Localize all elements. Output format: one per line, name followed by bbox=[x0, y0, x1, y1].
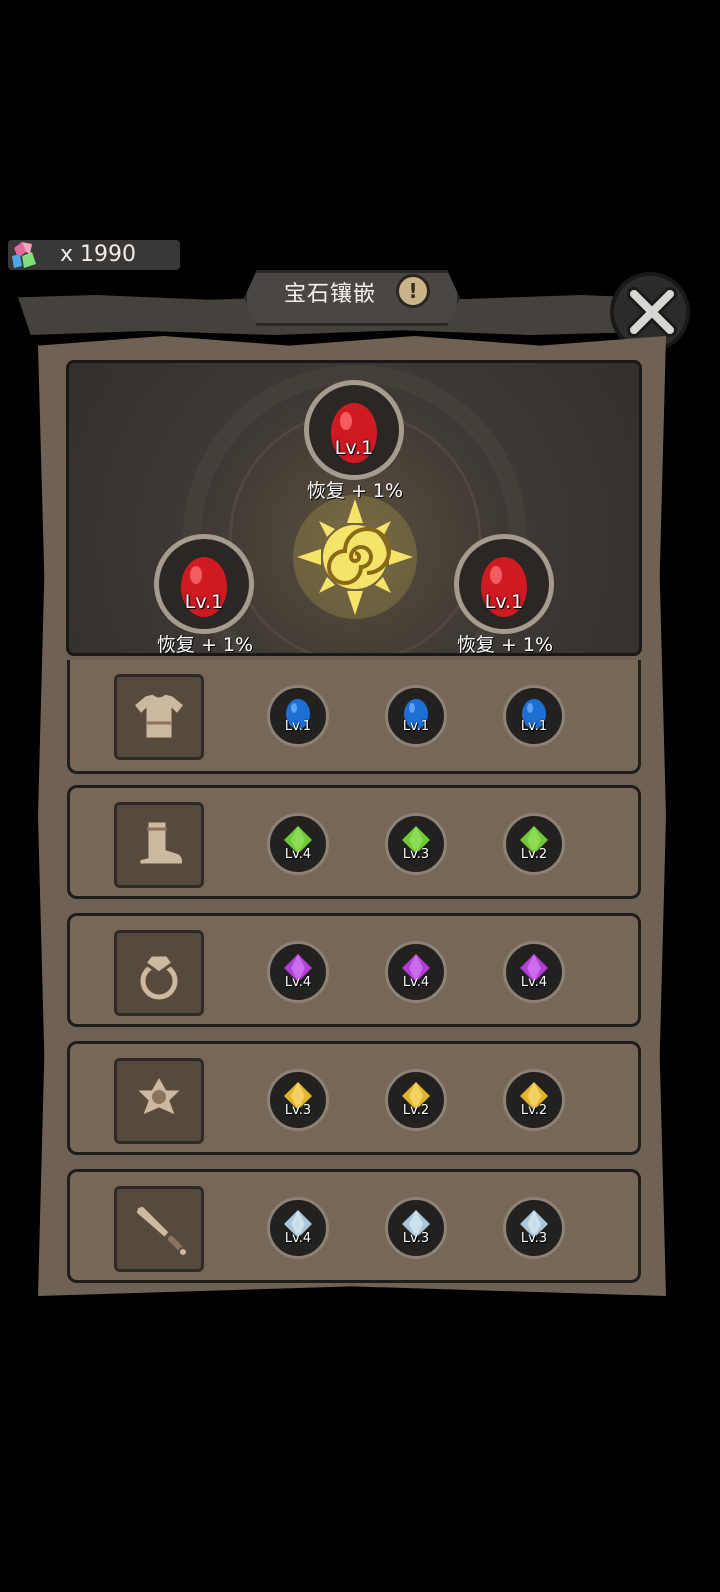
gem-level: Lv.1 bbox=[334, 437, 374, 459]
gem-level: Lv.4 bbox=[402, 975, 430, 990]
gem-level: Lv.4 bbox=[284, 847, 312, 862]
crystal-icon bbox=[12, 242, 36, 268]
gem-socket[interactable]: Lv.3 bbox=[385, 813, 447, 875]
gem-level: Lv.1 bbox=[484, 591, 524, 613]
currency-amount: x 1990 bbox=[60, 242, 137, 267]
gem-level: Lv.1 bbox=[520, 719, 548, 734]
ring-icon bbox=[138, 953, 180, 1002]
amulet-icon bbox=[131, 1071, 187, 1127]
gem-socket[interactable]: Lv.2 bbox=[385, 1069, 447, 1131]
gem-socket[interactable]: Lv.1 bbox=[385, 685, 447, 747]
gem-socket[interactable]: Lv.3 bbox=[385, 1197, 447, 1259]
currency-counter: x 1990 bbox=[8, 240, 180, 270]
equipment-row-amulet: Lv.3 Lv.2 Lv.2 bbox=[67, 1041, 641, 1155]
gem-socket[interactable]: Lv.2 bbox=[503, 1069, 565, 1131]
gem-level: Lv.1 bbox=[184, 591, 224, 613]
gem-socket[interactable]: Lv.4 bbox=[385, 941, 447, 1003]
gem-level: Lv.1 bbox=[284, 719, 312, 734]
core-gem-bonus: 恢复 + 1% bbox=[156, 634, 254, 656]
exclamation-icon: ! bbox=[408, 279, 418, 303]
equipment-slot[interactable] bbox=[114, 674, 204, 760]
gem-level: Lv.2 bbox=[520, 847, 548, 862]
info-button[interactable]: ! bbox=[396, 274, 430, 308]
gem-socket[interactable]: Lv.3 bbox=[267, 1069, 329, 1131]
core-gem-slot-right[interactable]: Lv.1 bbox=[454, 534, 554, 634]
gem-level: Lv.4 bbox=[284, 975, 312, 990]
gem-level: Lv.2 bbox=[402, 1103, 430, 1118]
equipment-slot[interactable] bbox=[114, 930, 204, 1016]
equipment-slot[interactable] bbox=[114, 1186, 204, 1272]
sword-icon bbox=[133, 1203, 188, 1257]
gem-socket[interactable]: Lv.4 bbox=[267, 941, 329, 1003]
core-gem-bonus: 恢复 + 1% bbox=[456, 634, 554, 656]
core-gem-slot-top[interactable]: Lv.1 bbox=[304, 380, 404, 480]
gem-level: Lv.3 bbox=[402, 847, 430, 862]
gem-level: Lv.3 bbox=[520, 1231, 548, 1246]
gem-socket[interactable]: Lv.4 bbox=[267, 1197, 329, 1259]
equipment-row-boots: Lv.4 Lv.3 Lv.2 bbox=[67, 785, 641, 899]
equipment-row-weapon: Lv.4 Lv.3 Lv.3 bbox=[67, 1169, 641, 1283]
sun-emblem-icon bbox=[293, 495, 417, 619]
gem-socket[interactable]: Lv.2 bbox=[503, 813, 565, 875]
gem-socket[interactable]: Lv.1 bbox=[503, 685, 565, 747]
gem-socket[interactable]: Lv.4 bbox=[503, 941, 565, 1003]
boot-icon bbox=[137, 819, 185, 867]
equipment-slot[interactable] bbox=[114, 802, 204, 888]
close-x-icon bbox=[627, 287, 677, 337]
gem-socket[interactable]: Lv.4 bbox=[267, 813, 329, 875]
gem-level: Lv.4 bbox=[284, 1231, 312, 1246]
equipment-row-ring: Lv.4 Lv.4 Lv.4 bbox=[67, 913, 641, 1027]
gem-socket[interactable]: Lv.1 bbox=[267, 685, 329, 747]
gem-level: Lv.2 bbox=[520, 1103, 548, 1118]
gem-level: Lv.3 bbox=[284, 1103, 312, 1118]
gem-socket[interactable]: Lv.3 bbox=[503, 1197, 565, 1259]
equipment-row-armor: Lv.1 Lv.1 Lv.1 bbox=[67, 660, 641, 774]
armor-icon bbox=[130, 691, 188, 741]
core-gem-slot-left[interactable]: Lv.1 bbox=[154, 534, 254, 634]
gem-level: Lv.4 bbox=[520, 975, 548, 990]
gem-level: Lv.1 bbox=[402, 719, 430, 734]
core-gem-bonus: 恢复 + 1% bbox=[306, 480, 404, 502]
equipment-slot[interactable] bbox=[114, 1058, 204, 1144]
gem-level: Lv.3 bbox=[402, 1231, 430, 1246]
page-title: 宝石镶嵌 bbox=[284, 282, 377, 307]
